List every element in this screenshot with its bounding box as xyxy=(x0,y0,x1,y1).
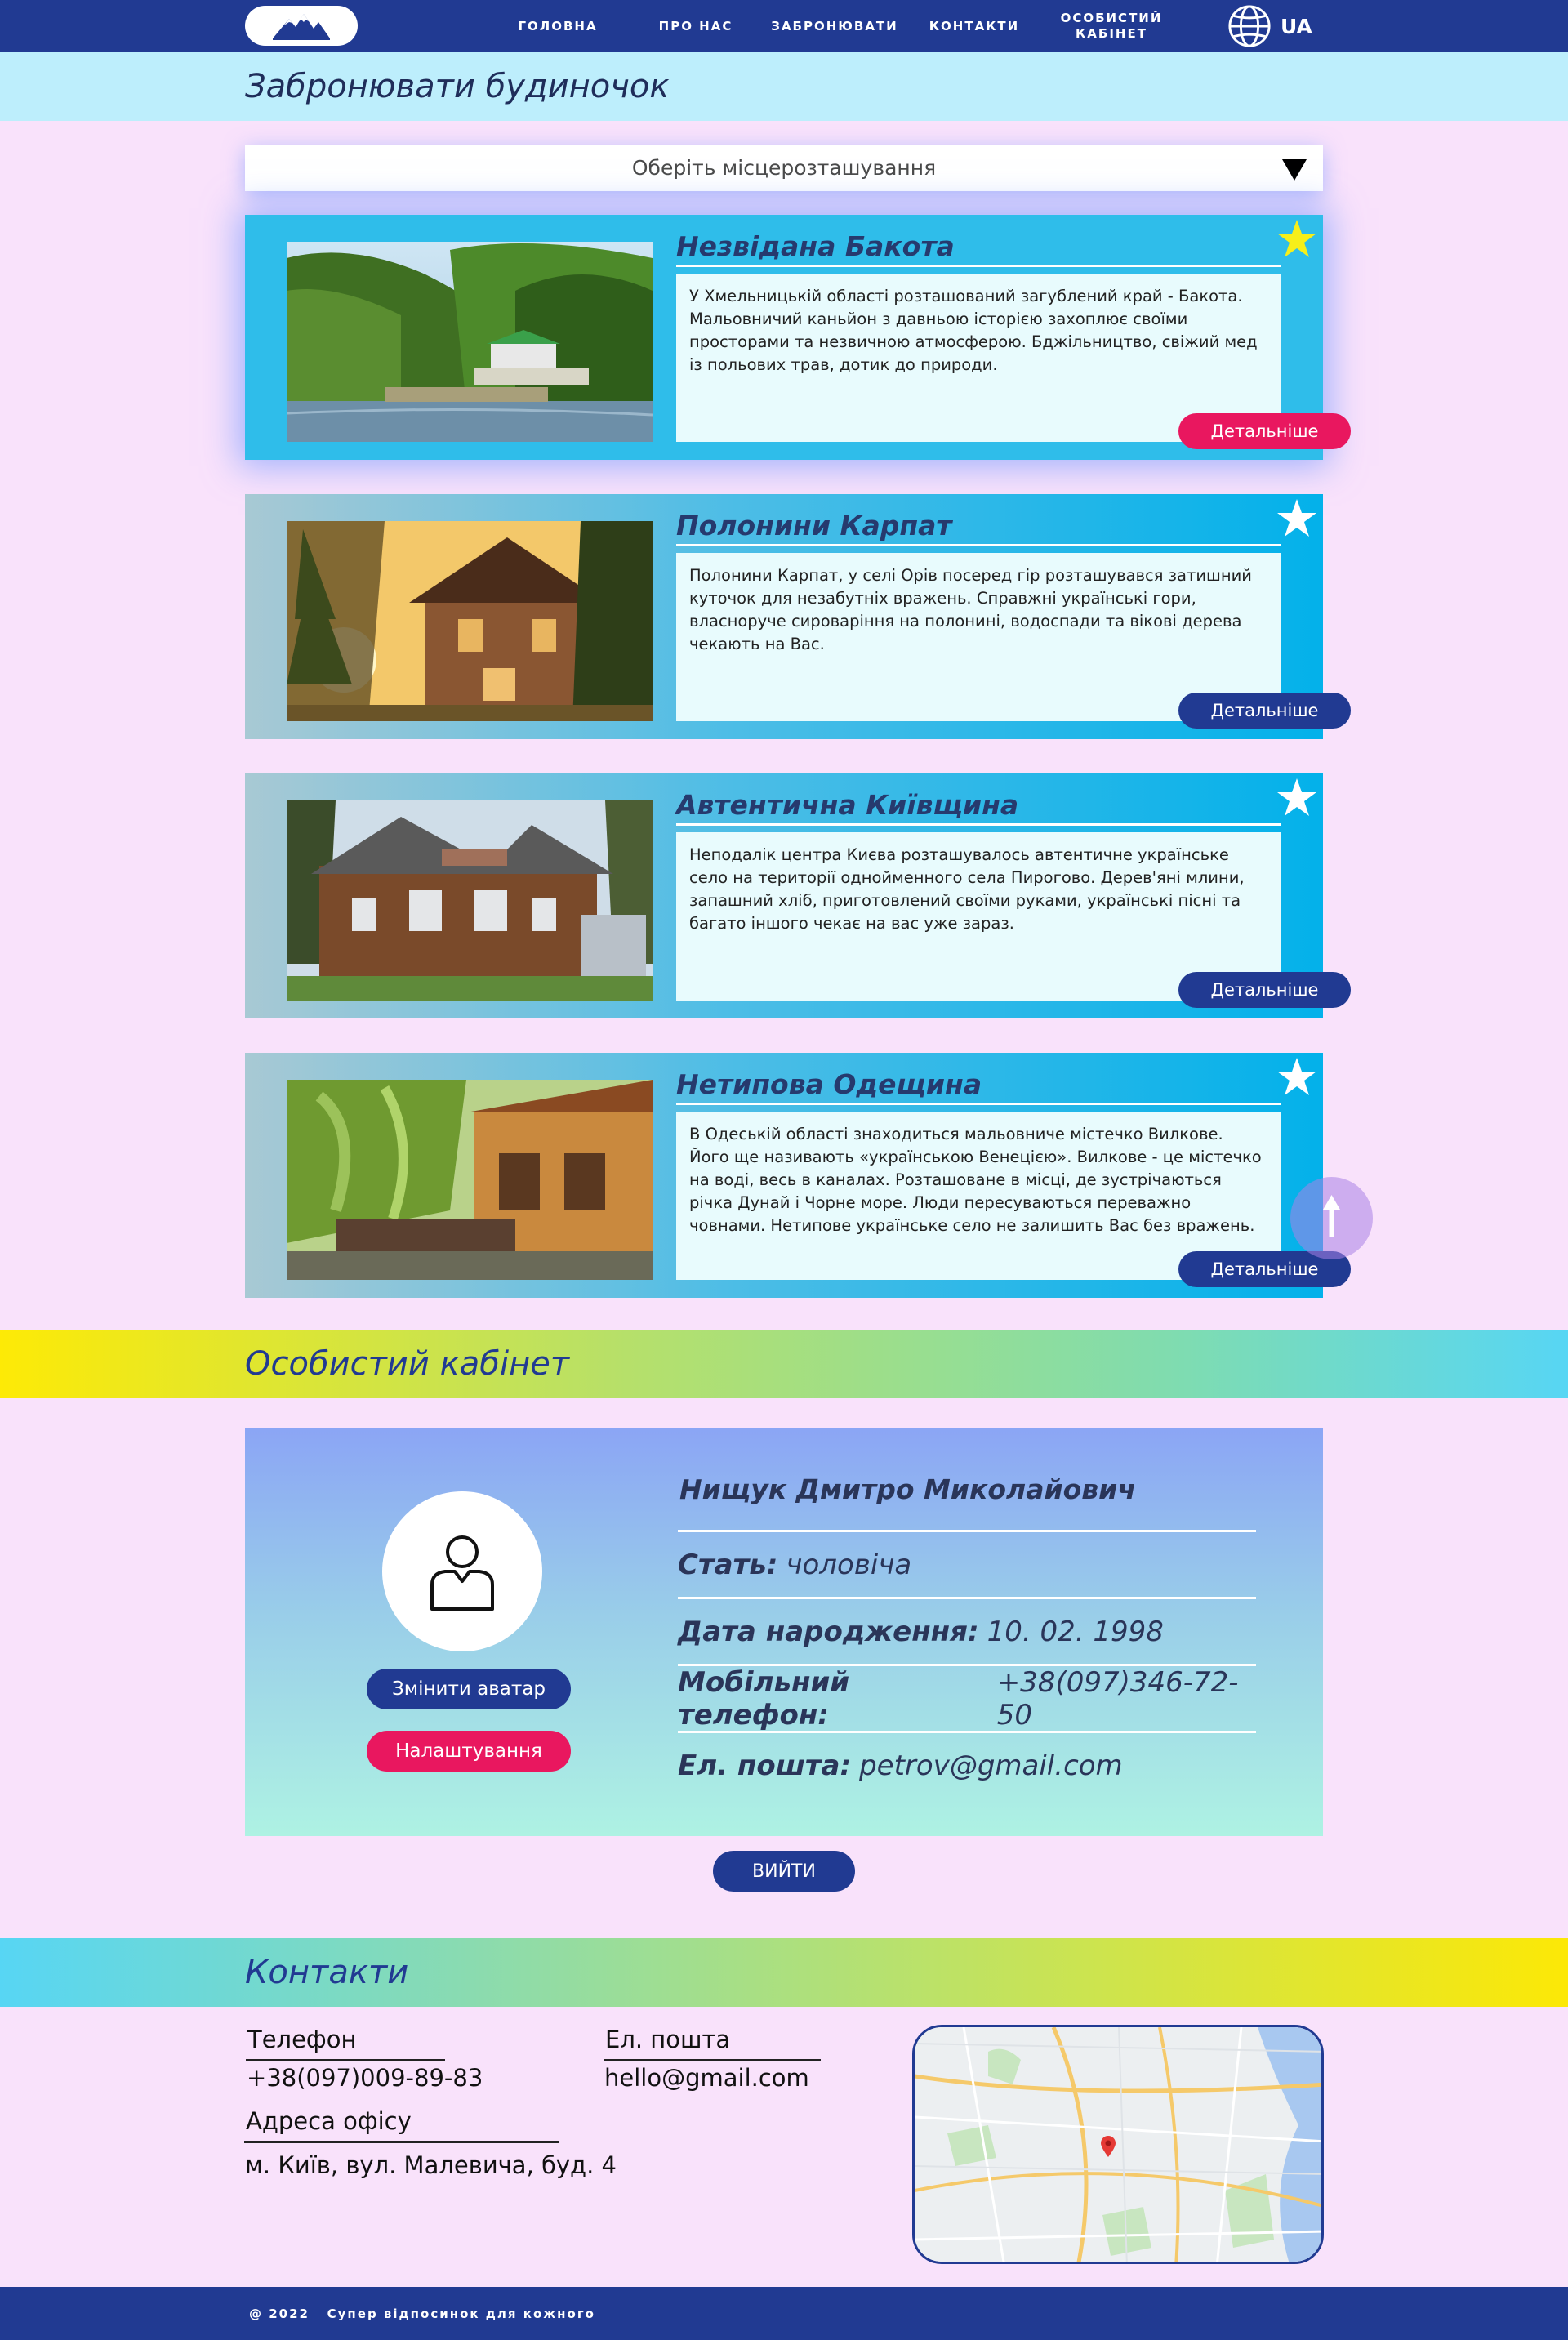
globe-icon[interactable] xyxy=(1227,4,1272,48)
profile-field-email: Ел. пошта: petrov@gmail.com xyxy=(678,1731,1256,1798)
phone-label: Телефон xyxy=(246,2026,445,2061)
user-icon xyxy=(430,1535,494,1611)
field-label: Дата народження: xyxy=(678,1615,979,1648)
contacts-heading: Контакти xyxy=(245,1954,409,1991)
house-card: Автентична Київщина Неподалік центра Киє… xyxy=(245,773,1351,1018)
profile-field-gender: Стать: чоловіча xyxy=(678,1530,1256,1597)
logout-button[interactable]: ВИЙТИ xyxy=(713,1851,855,1892)
favorite-star-icon[interactable] xyxy=(1276,777,1318,818)
avatar xyxy=(382,1491,542,1651)
email-value[interactable]: hello@gmail.com xyxy=(604,2064,809,2092)
house-title: Автентична Київщина xyxy=(676,785,1281,826)
nav-booking[interactable]: ЗАБРОНЮВАТИ xyxy=(771,0,898,52)
profile-heading: Особистий кабінет xyxy=(245,1345,570,1383)
booking-heading-band: Забронювати будиночок xyxy=(0,52,1568,121)
details-button[interactable]: Детальніше xyxy=(1178,413,1351,449)
profile-heading-band: Особистий кабінет xyxy=(0,1330,1568,1398)
nav-home[interactable]: ГОЛОВНА xyxy=(506,0,609,52)
house-photo xyxy=(287,800,653,1001)
favorite-star-icon[interactable] xyxy=(1276,1056,1318,1097)
footer: @ 2022 Супер відпосинок для кожного xyxy=(0,2287,1568,2340)
top-navbar: ГОЛОВНА ПРО НАС ЗАБРОНЮВАТИ КОНТАКТИ ОСО… xyxy=(0,0,1568,52)
scroll-to-top-button[interactable] xyxy=(1290,1177,1373,1259)
house-card: Полонини Карпат Полонини Карпат, у селі … xyxy=(245,494,1351,739)
details-button[interactable]: Детальніше xyxy=(1178,972,1351,1008)
logo[interactable] xyxy=(245,6,358,46)
profile-field-phone: Мобільний телефон: +38(097)346-72-50 xyxy=(678,1664,1256,1732)
house-photo xyxy=(287,242,653,442)
field-value: чоловіча xyxy=(786,1548,912,1581)
profile-field-birthdate: Дата народження: 10. 02. 1998 xyxy=(678,1597,1256,1664)
footer-text: @ 2022 Супер відпосинок для кожного xyxy=(249,2306,595,2321)
booking-heading: Забронювати будиночок xyxy=(245,68,670,105)
house-card: Незвідана Бакота У Хмельницькій області … xyxy=(245,215,1351,460)
field-value: petrov@gmail.com xyxy=(859,1749,1123,1782)
nav-account[interactable]: ОСОБИСТИЙ КАБІНЕТ xyxy=(1054,0,1169,52)
favorite-star-icon[interactable] xyxy=(1276,218,1318,259)
field-label: Стать: xyxy=(678,1548,778,1581)
arrow-up-icon xyxy=(1323,1195,1340,1237)
nav-contacts[interactable]: КОНТАКТИ xyxy=(923,0,1026,52)
house-title: Нетипова Одещина xyxy=(676,1064,1281,1105)
house-title: Незвідана Бакота xyxy=(676,226,1281,267)
location-select[interactable]: Оберіть місцерозташування xyxy=(245,145,1323,191)
nav-about[interactable]: ПРО НАС xyxy=(648,0,743,52)
phone-value[interactable]: +38(097)009-89-83 xyxy=(247,2064,483,2092)
language-switch[interactable]: UA xyxy=(1281,0,1312,52)
field-label: Мобільний телефон: xyxy=(678,1665,850,1732)
field-value: 10. 02. 1998 xyxy=(987,1615,1164,1648)
dropdown-arrow-icon[interactable] xyxy=(1282,159,1307,181)
email-label: Ел. пошта xyxy=(604,2026,821,2061)
house-card: Нетипова Одещина В Одеській області знах… xyxy=(245,1053,1351,1298)
settings-button[interactable]: Налаштування xyxy=(367,1731,571,1772)
address-label: Адреса офісу xyxy=(244,2107,559,2143)
field-value: +38(097)346-72-50 xyxy=(996,1665,1239,1732)
house-title: Полонини Карпат xyxy=(676,506,1281,546)
contacts-heading-band: Контакти xyxy=(0,1938,1568,2007)
map-pin-icon xyxy=(1101,2136,1116,2157)
profile-card: Змінити аватар Налаштування Нищук Дмитро… xyxy=(245,1428,1323,1836)
details-button[interactable]: Детальніше xyxy=(1178,693,1351,729)
profile-name: Нищук Дмитро Миколайович xyxy=(679,1473,1136,1505)
location-select-placeholder: Оберіть місцерозташування xyxy=(631,156,937,180)
mountain-logo-icon xyxy=(273,13,330,40)
field-label: Ел. пошта: xyxy=(678,1749,852,1782)
house-photo xyxy=(287,1080,653,1280)
address-value: м. Київ, вул. Малевича, буд. 4 xyxy=(245,2151,617,2179)
house-photo xyxy=(287,521,653,721)
change-avatar-button[interactable]: Змінити аватар xyxy=(367,1669,571,1709)
favorite-star-icon[interactable] xyxy=(1276,497,1318,538)
location-map[interactable] xyxy=(912,2025,1324,2264)
